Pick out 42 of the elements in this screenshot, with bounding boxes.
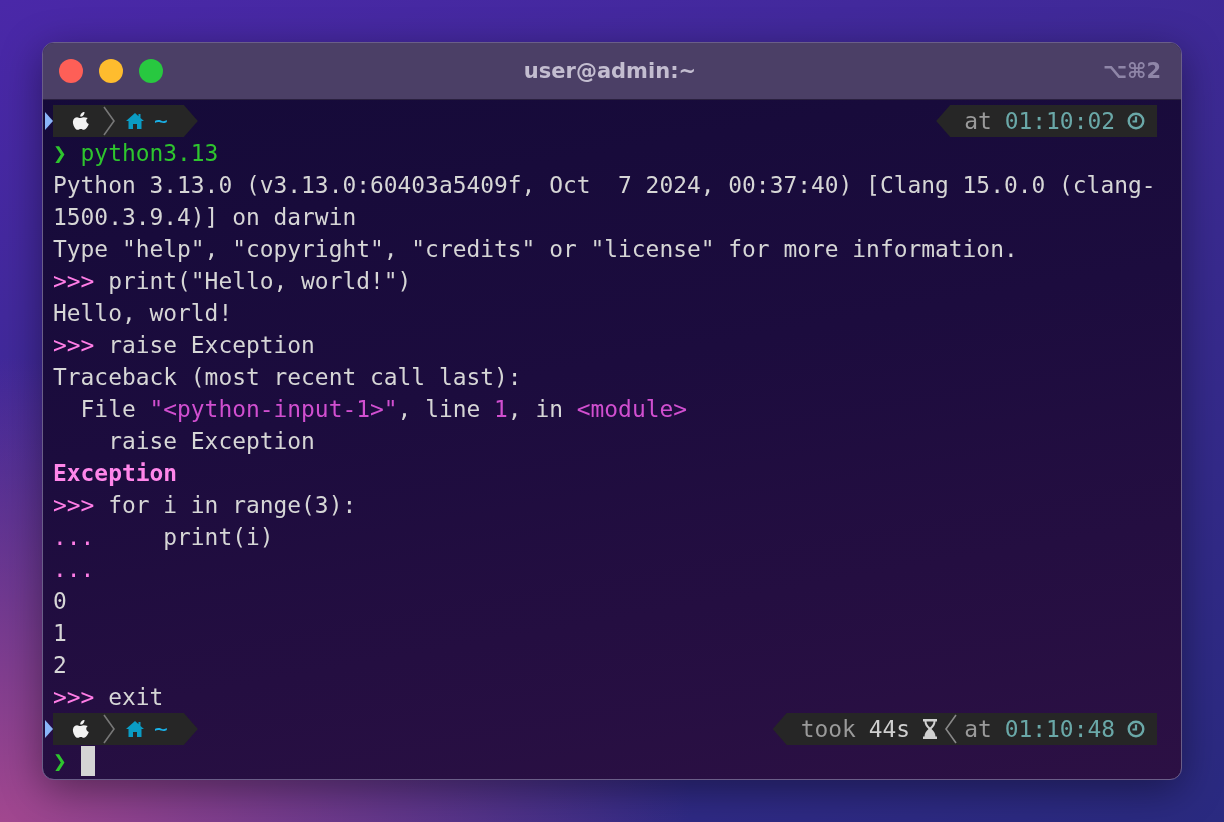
status-label: at: [964, 716, 992, 742]
chevron-separator-icon: [944, 714, 959, 744]
time-text: 01:10:48: [1004, 716, 1115, 742]
terminal-line: 1500.3.9.4)] on darwin: [53, 203, 357, 232]
terminal-line: ...: [53, 555, 95, 584]
prompt-symbol: ❯: [53, 748, 67, 774]
terminal-line: Type "help", "copyright", "credits" or "license" for more information.: [53, 235, 1018, 264]
terminal-line: 0: [53, 587, 67, 616]
path-text: ~: [154, 716, 168, 742]
error-line: Exception: [53, 459, 178, 488]
chevron-separator-icon: [102, 106, 116, 136]
status-label: at: [964, 108, 992, 134]
terminal-line: raise Exception: [107, 427, 315, 456]
clock-icon: [1127, 112, 1145, 130]
terminal-line: >>> exit: [53, 683, 164, 712]
status-label: took: [800, 716, 856, 742]
chevron-separator-icon: [102, 714, 116, 744]
terminal-line: >>> for i in range(3):: [53, 491, 357, 520]
terminal-line: File "<python-input-1>", line 1, in <module>: [79, 395, 688, 424]
home-icon: [126, 113, 144, 129]
apple-logo-icon: [72, 719, 90, 739]
shortcut-text: ⌥⌘2: [1102, 59, 1161, 83]
minimize-button[interactable]: [99, 59, 123, 83]
home-icon: [126, 721, 144, 737]
terminal-line: >>> print("Hello, world!"): [53, 267, 412, 296]
path-text: ~: [154, 108, 168, 134]
clock-icon: [1127, 720, 1145, 738]
terminal-line: 2: [53, 651, 67, 680]
window-title: user@admin:~: [523, 59, 697, 83]
terminal-line: >>> raise Exception: [53, 331, 315, 360]
terminal-line: 1: [53, 619, 67, 648]
time-text: 01:10:02: [1004, 108, 1115, 134]
zoom-button[interactable]: [139, 59, 163, 83]
terminal-line: Hello, world!: [53, 299, 233, 328]
terminal-line: ❯ python3.13: [53, 139, 219, 168]
close-button[interactable]: [59, 59, 83, 83]
terminal-line: Python 3.13.0 (v3.13.0:60403a5409f, Oct 7 2024, 00:37:40) [Clang 15.0.0 (clang-: [53, 171, 1156, 200]
apple-logo-icon: [72, 111, 90, 131]
terminal-line: ... print(i): [53, 523, 274, 552]
duration-text: 44s: [868, 716, 911, 742]
hourglass-icon: [922, 719, 939, 739]
terminal-line: Traceback (most recent call last):: [53, 363, 522, 392]
